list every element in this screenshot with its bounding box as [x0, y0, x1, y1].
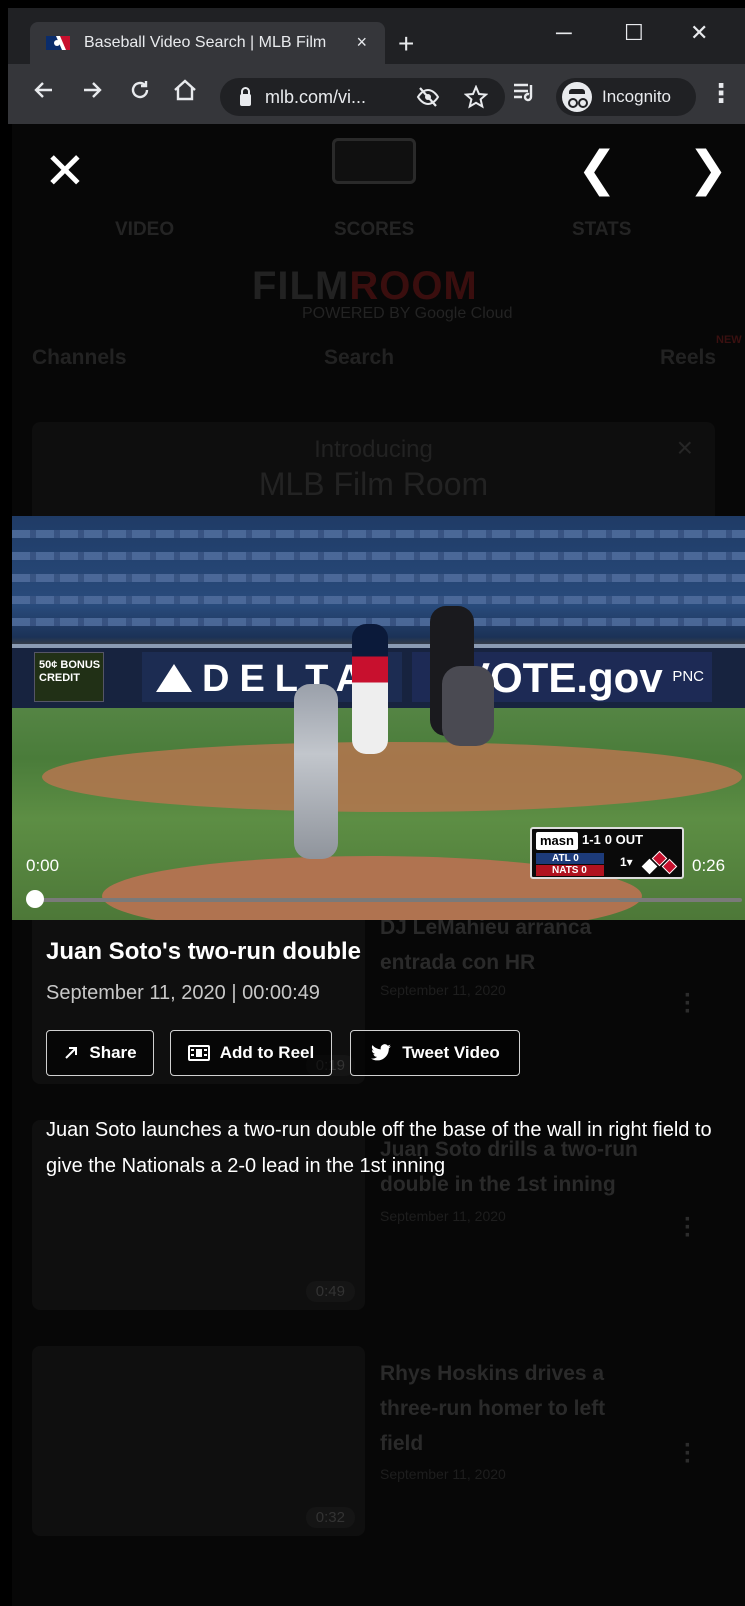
infield-dirt: [42, 742, 742, 812]
catcher-figure: [442, 666, 494, 746]
back-arrow-icon[interactable]: [32, 78, 56, 106]
forward-arrow-icon[interactable]: [80, 78, 104, 106]
intro-banner-line1: Introducing: [314, 436, 433, 463]
video-card-date: September 11, 2020: [380, 1466, 506, 1482]
powered-by-text: POWERED BY Google Cloud: [302, 305, 513, 322]
video-card-thumb: 0:32: [32, 1346, 365, 1536]
bonus-ad-text: 50¢ BONUS CREDIT: [39, 659, 101, 684]
tab-title: Baseball Video Search | MLB Film: [84, 34, 327, 51]
twitter-bird-icon: [370, 1044, 392, 1062]
nav-video: VIDEO: [115, 219, 175, 240]
scorebug-away: ATL: [552, 853, 571, 864]
tweet-video-button[interactable]: Tweet Video: [350, 1030, 520, 1076]
video-card-title: DJ LeMahieu arranca entrada con HR: [380, 916, 592, 974]
video-card-duration: 0:32: [305, 1507, 355, 1528]
maximize-button[interactable]: ☐: [624, 22, 644, 44]
channels-label: Channels: [32, 346, 127, 369]
stands-row: [12, 552, 745, 560]
mlb-logo: [332, 138, 416, 184]
browser-toolbar: mlb.com/vi... Incognito ⋮: [8, 64, 745, 124]
batter-figure: [352, 624, 388, 754]
new-badge: NEW: [716, 334, 742, 346]
mlb-favicon-icon: [46, 36, 70, 50]
reel-icon: [187, 1045, 210, 1061]
video-card-date: September 11, 2020: [380, 982, 506, 998]
eye-off-icon[interactable]: [416, 86, 440, 113]
scorebug: masn 1-1 0 OUT ATL 0 NATS 0 1▾: [530, 827, 684, 879]
video-title: Juan Soto's two-run double: [46, 938, 362, 965]
search-label: Search: [324, 346, 395, 369]
video-card-title: Rhys Hoskins drives a three-run homer to…: [380, 1362, 606, 1455]
incognito-label: Incognito: [602, 87, 671, 106]
film-room-logo: FILMROOM: [252, 264, 478, 309]
share-button[interactable]: Share: [46, 1030, 154, 1076]
minimize-button[interactable]: ─: [556, 22, 572, 44]
video-date-duration: September 11, 2020 | 00:00:49: [46, 982, 320, 1004]
close-overlay-button[interactable]: ✕: [44, 146, 86, 196]
stands-row: [12, 530, 745, 538]
intro-banner-line2: MLB Film Room: [258, 466, 489, 502]
reels-label: Reels: [660, 346, 717, 369]
video-total-time: 0:26: [692, 856, 726, 875]
pnc-ad-text: PNC: [672, 668, 704, 685]
add-to-reel-button[interactable]: Add to Reel: [170, 1030, 332, 1076]
scorebug-away-score: 0: [573, 853, 579, 864]
stands-row: [12, 574, 745, 582]
pitcher-figure: [294, 684, 338, 859]
kebab-menu-icon[interactable]: ⋮: [708, 80, 734, 106]
add-to-reel-label: Add to Reel: [219, 1043, 315, 1062]
tab-close-icon[interactable]: ×: [356, 32, 367, 53]
next-video-button[interactable]: ❯: [688, 146, 728, 194]
video-current-time: 0:00: [26, 856, 60, 875]
film-room-logo-left: FILM: [252, 264, 350, 308]
home-icon[interactable]: [172, 78, 198, 106]
lock-icon: [240, 86, 251, 106]
url-text: mlb.com/vi...: [265, 86, 367, 107]
tweet-video-label: Tweet Video: [402, 1043, 500, 1062]
nav-scores: SCORES: [334, 219, 415, 240]
page-viewport: VIDEO SCORES STATS FILMROOM POWERED BY G…: [12, 124, 745, 1606]
video-card-duration: 0:49: [305, 1281, 355, 1302]
share-label: Share: [89, 1043, 137, 1062]
share-arrow-icon: [63, 1045, 79, 1061]
address-bar[interactable]: mlb.com/vi...: [220, 78, 505, 116]
nav-stats: STATS: [572, 219, 632, 240]
scorebug-count: 1-1: [581, 832, 601, 847]
video-card-date: September 11, 2020: [380, 1208, 506, 1224]
scorebug-home-score: 0: [581, 865, 587, 876]
incognito-icon: [562, 82, 592, 112]
bonus-ad: 50¢ BONUS CREDIT: [34, 652, 104, 702]
video-card-menu-icon: · · ·: [684, 1432, 692, 1475]
video-progress-bar[interactable]: [34, 898, 742, 902]
delta-logo-icon: [156, 664, 192, 692]
reload-icon[interactable]: [128, 78, 152, 106]
film-room-logo-right: ROOM: [349, 264, 478, 308]
video-scrubber-handle[interactable]: [26, 890, 44, 908]
intro-banner-close-icon: ×: [676, 432, 693, 463]
previous-video-button[interactable]: ❮: [577, 146, 617, 194]
browser-tabstrip: Baseball Video Search | MLB Film × + ─ ☐…: [8, 8, 745, 64]
video-player[interactable]: 50¢ BONUS CREDIT DELTA VOTE.gov PNC masn…: [12, 516, 745, 920]
star-icon[interactable]: [463, 84, 489, 114]
scorebug-network: masn: [536, 832, 578, 850]
reading-list-icon[interactable]: [512, 81, 536, 107]
video-description: Juan Soto launches a two-run double off …: [46, 1119, 712, 1177]
scorebug-bases-icon: [641, 850, 678, 875]
scorebug-home: NATS: [552, 865, 579, 876]
delta-ad-text: DELTA: [202, 658, 374, 700]
stands-row: [12, 596, 745, 604]
incognito-profile-button[interactable]: Incognito: [556, 78, 696, 116]
window-close-button[interactable]: ✕: [690, 22, 708, 44]
new-tab-button[interactable]: +: [398, 30, 414, 58]
browser-tab[interactable]: Baseball Video Search | MLB Film ×: [30, 22, 385, 64]
scorebug-outs: 0 OUT: [604, 832, 644, 847]
video-card-menu-icon: · · ·: [684, 982, 692, 1025]
video-card-menu-icon: · · ·: [684, 1206, 692, 1249]
scorebug-inning: 1▾: [620, 855, 633, 869]
